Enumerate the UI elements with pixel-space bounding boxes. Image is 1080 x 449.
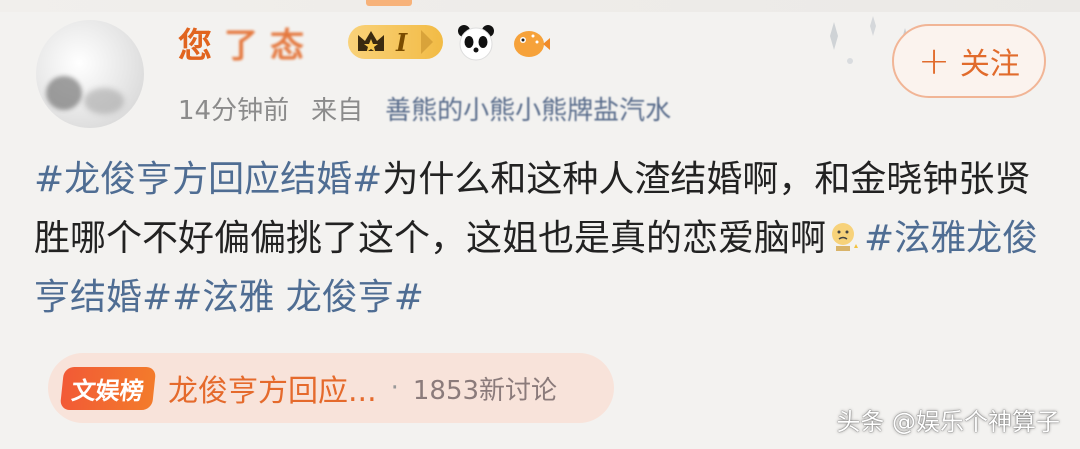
vip-arrow-icon	[421, 30, 434, 54]
pufferfish-icon	[509, 21, 551, 63]
panda-icon	[455, 21, 497, 63]
crying-face-icon	[828, 213, 862, 251]
follow-label: 关注	[959, 47, 1020, 82]
trend-separator: ·	[390, 373, 399, 403]
username-part: 您	[178, 25, 214, 66]
username[interactable]: 您 了 态	[178, 20, 306, 66]
watermark: 头条 @娱乐个神算子	[836, 408, 1060, 436]
trend-badge: 文娱榜	[59, 366, 157, 410]
username-part: 态	[270, 25, 306, 66]
post-content: #龙俊亨方回应结婚#为什么和这种人渣结婚啊，和金晓钟张贤胜哪个不好偏偏挑了这个，…	[34, 150, 1054, 327]
post-source[interactable]: 善熊的小熊小熊牌盐汽水	[385, 90, 671, 127]
top-orange-strip	[366, 0, 412, 6]
username-part: 了	[224, 25, 260, 66]
vip-badge[interactable]: I	[348, 25, 444, 59]
hashtag-link[interactable]: #泫雅 龙俊亨#	[172, 277, 424, 318]
from-label: 来自	[311, 95, 364, 126]
post-meta: 14分钟前 来自 善熊的小熊小熊牌盐汽水	[178, 88, 671, 128]
trend-count: 1853新讨论	[412, 375, 558, 406]
trend-card[interactable]: 文娱榜 龙俊亨方回应... · 1853新讨论	[48, 353, 614, 423]
vip-level: I	[396, 27, 408, 57]
hashtag-link[interactable]: #龙俊亨方回应结婚#	[34, 159, 382, 200]
user-badges: I	[348, 20, 551, 64]
crown-icon	[354, 25, 388, 59]
post-time: 14分钟前	[178, 95, 290, 126]
follow-button[interactable]: + 关注	[892, 24, 1046, 98]
avatar[interactable]	[36, 20, 144, 128]
trend-title: 龙俊亨方回应...	[168, 374, 377, 409]
plus-icon: +	[918, 39, 950, 83]
